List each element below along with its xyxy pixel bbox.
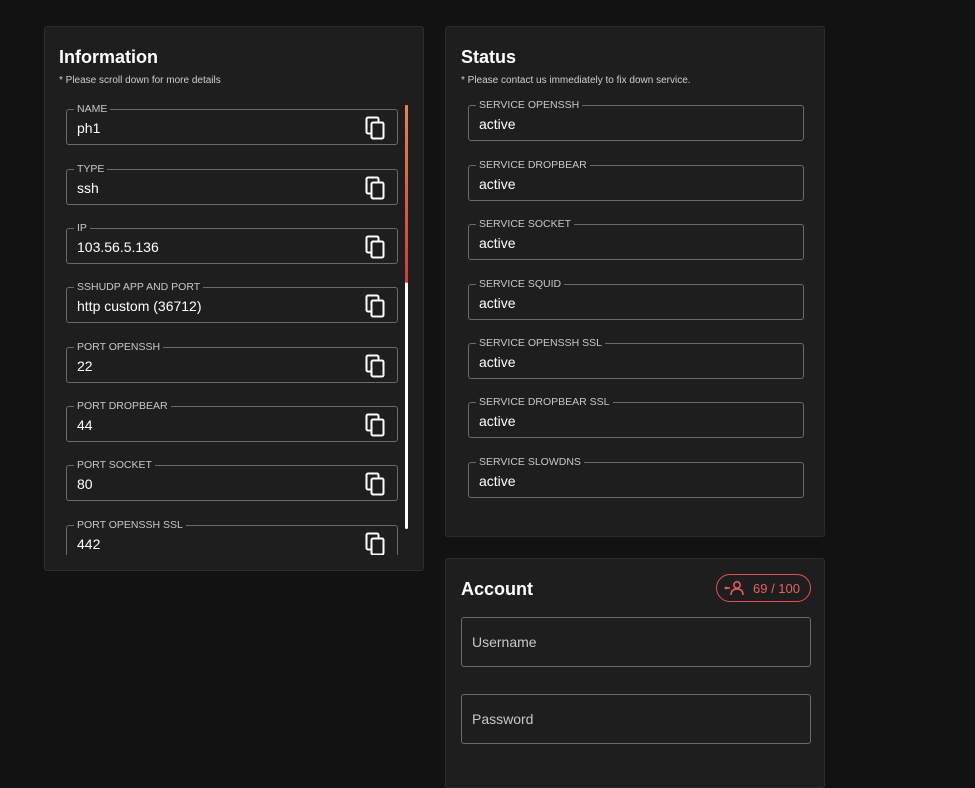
service-dropbear-ssl: SERVICE DROPBEAR SSL active [468,396,804,438]
service-slowdns: SERVICE SLOWDNS active [468,456,804,498]
information-scrollbar[interactable] [405,105,408,529]
field-label: PORT SOCKET [74,459,155,471]
service-status: active [479,413,516,429]
password-input[interactable]: Password [461,694,811,744]
copy-icon[interactable] [365,472,387,496]
service-label: SERVICE OPENSSH SSL [476,337,605,349]
username-placeholder: Username [472,634,537,650]
field-sshudp: SSHUDP APP AND PORT http custom (36712) [66,281,398,323]
service-status: active [479,473,516,489]
service-label: SERVICE OPENSSH [476,99,583,111]
copy-icon[interactable] [365,413,387,437]
status-subtitle: * Please contact us immediately to fix d… [461,75,691,86]
copy-icon[interactable] [365,116,387,140]
field-port-openssh-ssl: PORT OPENSSH SSL 442 [66,519,398,555]
service-status: active [479,354,516,370]
field-value[interactable]: http custom (36712) [77,298,202,314]
service-status: active [479,295,516,311]
field-value[interactable]: 22 [77,358,93,374]
field-name: NAME ph1 [66,105,398,145]
information-card: Information * Please scroll down for mor… [44,26,424,571]
copy-icon[interactable] [365,176,387,200]
copy-icon[interactable] [365,354,387,378]
status-card: Status * Please contact us immediately t… [445,26,825,537]
field-value[interactable]: ph1 [77,120,100,136]
service-socket: SERVICE SOCKET active [468,218,804,260]
service-label: SERVICE SOCKET [476,218,574,230]
field-label: TYPE [74,163,108,175]
field-label: PORT OPENSSH [74,341,164,353]
account-title: Account [461,579,533,599]
field-ip: IP 103.56.5.136 [66,222,398,264]
password-placeholder: Password [472,711,534,727]
field-label: PORT OPENSSH SSL [74,519,186,531]
field-label: IP [74,222,90,234]
account-card: Account 69 / 100 Username Password [445,558,825,788]
field-type: TYPE ssh [66,163,398,205]
information-title: Information [59,47,158,67]
username-input[interactable]: Username [461,617,811,667]
service-status: active [479,176,516,192]
copy-icon[interactable] [365,294,387,318]
field-label: NAME [74,105,111,115]
service-status: active [479,116,516,132]
status-title: Status [461,47,517,67]
field-value[interactable]: 44 [77,417,93,433]
copy-icon[interactable] [365,235,387,259]
users-connected-icon [724,580,746,596]
information-scroll-area[interactable]: NAME ph1 TYPE ssh IP 103.56.5.136 SSHUDP… [59,105,411,555]
field-port-dropbear: PORT DROPBEAR 44 [66,400,398,442]
service-status: active [479,235,516,251]
account-usage-badge: 69 / 100 [716,574,811,602]
field-label: SSHUDP APP AND PORT [74,281,204,293]
service-label: SERVICE SQUID [476,278,565,290]
service-dropbear: SERVICE DROPBEAR active [468,159,804,201]
service-squid: SERVICE SQUID active [468,278,804,320]
field-value[interactable]: 442 [77,536,100,552]
service-label: SERVICE SLOWDNS [476,456,584,468]
field-port-openssh: PORT OPENSSH 22 [66,341,398,383]
service-openssh-ssl: SERVICE OPENSSH SSL active [468,337,804,379]
field-label: PORT DROPBEAR [74,400,171,412]
information-subtitle: * Please scroll down for more details [59,75,221,86]
field-value[interactable]: 80 [77,476,93,492]
scrollbar-thumb[interactable] [405,105,408,283]
service-openssh: SERVICE OPENSSH active [468,99,804,141]
usage-count: 69 / 100 [753,580,800,596]
field-value[interactable]: ssh [77,180,99,196]
copy-icon[interactable] [365,532,387,555]
field-port-socket: PORT SOCKET 80 [66,459,398,501]
service-label: SERVICE DROPBEAR [476,159,590,171]
service-label: SERVICE DROPBEAR SSL [476,396,613,408]
field-value[interactable]: 103.56.5.136 [77,239,159,255]
